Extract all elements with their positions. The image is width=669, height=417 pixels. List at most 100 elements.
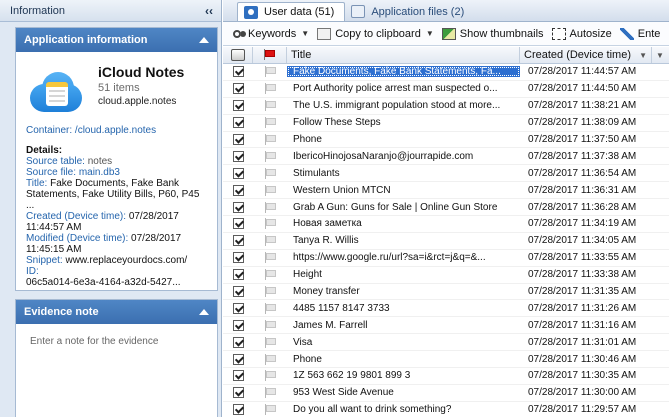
checkbox[interactable] xyxy=(232,336,244,348)
row-title[interactable]: https://www.google.ru/url?sa=i&rct=j&q=&… xyxy=(287,252,520,263)
row-created[interactable]: 07/28/2017 11:31:26 AM xyxy=(520,303,652,314)
row-check-cell[interactable] xyxy=(223,167,253,179)
row-title[interactable]: 1Z 563 662 19 9801 899 3 xyxy=(287,370,520,381)
row-created[interactable]: 07/28/2017 11:31:35 AM xyxy=(520,286,652,297)
row-title[interactable]: Do you all want to drink something? xyxy=(287,404,520,415)
checkbox[interactable] xyxy=(232,167,244,179)
table-row[interactable]: James M. Farrell 07/28/2017 11:31:16 AM xyxy=(223,317,669,335)
row-created[interactable]: 07/28/2017 11:38:21 AM xyxy=(520,100,652,111)
row-title[interactable]: Phone xyxy=(287,134,520,145)
row-flag-cell[interactable] xyxy=(253,336,287,348)
flag-icon[interactable] xyxy=(265,404,276,416)
row-title[interactable]: Follow These Steps xyxy=(287,117,520,128)
row-created[interactable]: 07/28/2017 11:36:54 AM xyxy=(520,168,652,179)
flag-icon[interactable] xyxy=(265,252,276,264)
table-row[interactable]: Height 07/28/2017 11:33:38 AM xyxy=(223,267,669,284)
row-check-cell[interactable] xyxy=(223,353,253,365)
row-check-cell[interactable] xyxy=(223,134,253,145)
row-created[interactable]: 07/28/2017 11:33:38 AM xyxy=(520,269,652,280)
source-file-value[interactable]: main.db3 xyxy=(79,167,120,178)
collapse-panel-icon[interactable] xyxy=(199,37,209,43)
checkbox[interactable] xyxy=(232,319,244,331)
header-flag-column[interactable] xyxy=(253,47,287,63)
table-row[interactable]: The U.S. immigrant population stood at m… xyxy=(223,98,669,115)
checkbox[interactable] xyxy=(232,235,244,247)
flag-icon[interactable] xyxy=(265,218,276,230)
row-title[interactable]: Money transfer xyxy=(287,286,520,297)
row-flag-cell[interactable] xyxy=(253,218,287,230)
row-created[interactable]: 07/28/2017 11:44:57 AM xyxy=(520,66,652,77)
copy-to-clipboard-button[interactable]: Copy to clipboard ▼ xyxy=(317,27,434,40)
row-created[interactable]: 07/28/2017 11:44:50 AM xyxy=(520,83,652,94)
row-flag-cell[interactable] xyxy=(253,167,287,179)
checkbox[interactable] xyxy=(232,66,244,78)
row-check-cell[interactable] xyxy=(223,235,253,247)
table-row[interactable]: Phone 07/28/2017 11:30:46 AM xyxy=(223,351,669,369)
table-row[interactable]: Phone 07/28/2017 11:37:50 AM xyxy=(223,132,669,149)
table-row[interactable]: Money transfer 07/28/2017 11:31:35 AM xyxy=(223,284,669,301)
autosize-button[interactable]: Autosize xyxy=(551,27,612,40)
evidence-note-header[interactable]: Evidence note xyxy=(16,300,217,324)
row-flag-cell[interactable] xyxy=(253,286,287,298)
row-flag-cell[interactable] xyxy=(253,184,287,196)
row-title[interactable]: Phone xyxy=(287,354,520,365)
row-check-cell[interactable] xyxy=(223,404,253,416)
application-info-header[interactable]: Application information xyxy=(16,28,217,52)
checkbox[interactable] xyxy=(232,387,244,399)
flag-icon[interactable] xyxy=(265,353,276,365)
flag-icon[interactable] xyxy=(265,336,276,348)
table-row[interactable]: Visa 07/28/2017 11:31:01 AM xyxy=(223,334,669,352)
row-created[interactable]: 07/28/2017 11:29:57 AM xyxy=(520,404,652,415)
flag-icon[interactable] xyxy=(265,83,276,95)
checkbox[interactable] xyxy=(232,201,244,213)
row-title[interactable]: IbericoHinojosaNaranjo@jourrapide.com xyxy=(287,151,520,162)
row-check-cell[interactable] xyxy=(223,387,253,399)
table-row[interactable]: 4485 1157 8147 3733 07/28/2017 11:31:26 A… xyxy=(223,300,669,318)
checkbox[interactable] xyxy=(232,150,244,162)
table-row[interactable]: Do you all want to drink something? 07/28… xyxy=(223,402,669,417)
row-check-cell[interactable] xyxy=(223,150,253,162)
row-title[interactable]: The U.S. immigrant population stood at m… xyxy=(287,100,520,111)
flag-icon[interactable] xyxy=(265,370,276,382)
row-flag-cell[interactable] xyxy=(253,387,287,399)
row-flag-cell[interactable] xyxy=(253,252,287,264)
checkbox[interactable] xyxy=(232,252,244,264)
row-created[interactable]: 07/28/2017 11:34:19 AM xyxy=(520,218,652,229)
row-flag-cell[interactable] xyxy=(253,83,287,95)
row-created[interactable]: 07/28/2017 11:30:00 AM xyxy=(520,387,652,398)
show-thumbnails-button[interactable]: Show thumbnails xyxy=(441,27,544,40)
table-row[interactable]: https://www.google.ru/url?sa=i&rct=j&q=&… xyxy=(223,250,669,267)
checkbox[interactable] xyxy=(232,83,244,95)
table-row[interactable]: Grab A Gun: Guns for Sale | Online Gun S… xyxy=(223,199,669,217)
row-created[interactable]: 07/28/2017 11:31:16 AM xyxy=(520,320,652,331)
row-flag-cell[interactable] xyxy=(253,235,287,247)
flag-icon[interactable] xyxy=(265,235,276,247)
row-created[interactable]: 07/28/2017 11:37:38 AM xyxy=(520,151,652,162)
row-check-cell[interactable] xyxy=(223,66,253,78)
checkbox[interactable] xyxy=(232,117,244,129)
row-title[interactable]: Fake Documents, Fake Bank Statements, Fa… xyxy=(287,66,520,78)
table-row[interactable]: Tanya R. Willis 07/28/2017 11:34:05 AM xyxy=(223,233,669,250)
checkbox[interactable] xyxy=(232,134,244,145)
row-title[interactable]: Новая заметка xyxy=(287,218,520,229)
row-check-cell[interactable] xyxy=(223,370,253,382)
checkbox[interactable] xyxy=(232,100,244,112)
flag-icon[interactable] xyxy=(265,302,276,314)
row-flag-cell[interactable] xyxy=(253,134,287,145)
collapse-evidence-icon[interactable] xyxy=(199,309,209,315)
row-title[interactable]: Grab A Gun: Guns for Sale | Online Gun S… xyxy=(287,202,520,213)
table-row[interactable]: Stimulants 07/28/2017 11:36:54 AM xyxy=(223,165,669,183)
row-flag-cell[interactable] xyxy=(253,319,287,331)
checkbox[interactable] xyxy=(232,302,244,314)
collapse-sidebar-icon[interactable]: ‹‹ xyxy=(205,4,213,18)
row-title[interactable]: Visa xyxy=(287,337,520,348)
row-flag-cell[interactable] xyxy=(253,370,287,382)
row-created[interactable]: 07/28/2017 11:36:28 AM xyxy=(520,202,652,213)
checkbox[interactable] xyxy=(232,218,244,230)
checkbox[interactable] xyxy=(232,184,244,196)
row-created[interactable]: 07/28/2017 11:33:55 AM xyxy=(520,252,652,263)
row-title[interactable]: 4485 1157 8147 3733 xyxy=(287,303,520,314)
row-flag-cell[interactable] xyxy=(253,353,287,365)
flag-icon[interactable] xyxy=(265,387,276,399)
table-row[interactable]: Follow These Steps 07/28/2017 11:38:09 AM xyxy=(223,115,669,132)
